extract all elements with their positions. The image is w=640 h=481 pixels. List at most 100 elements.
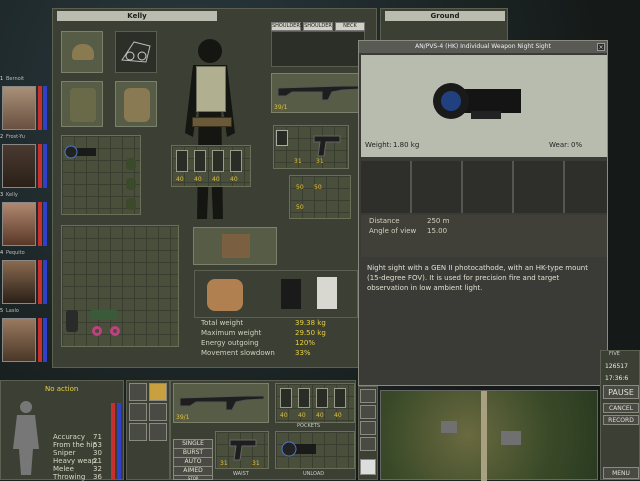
wear-label: Wear:	[549, 141, 570, 149]
unload-slot[interactable]	[275, 431, 355, 469]
skill-value: 30	[93, 449, 102, 457]
stance-buttons	[126, 380, 170, 480]
magazine-icon	[316, 388, 328, 408]
grenade-icon	[126, 158, 136, 170]
quick-weapon-ammo: 39/1	[176, 414, 190, 421]
vest-slot[interactable]	[61, 81, 103, 127]
quick-primary-weapon[interactable]: 39/1	[173, 383, 269, 423]
skill-value: 21	[93, 457, 102, 465]
stance-run-button[interactable]	[129, 423, 147, 441]
goggles-slot[interactable]	[115, 31, 157, 73]
waist-ammo-left: 31	[220, 460, 228, 467]
tab-shoulder[interactable]: SHOULDER	[303, 22, 333, 31]
item-slot[interactable]	[193, 227, 277, 265]
health-bar	[38, 202, 42, 246]
skill-value: 71	[93, 433, 102, 441]
magazine-icon	[280, 388, 292, 408]
menu-button[interactable]: MENU	[603, 467, 639, 479]
waist-slot[interactable]: 31 31	[215, 431, 269, 469]
health-bar	[38, 86, 42, 130]
pause-button[interactable]: PAUSE	[603, 385, 639, 399]
order-button[interactable]	[360, 437, 376, 451]
angle-label: Angle of view	[369, 227, 417, 235]
helmet-icon	[72, 44, 94, 60]
tab-shoulders[interactable]: SHOULDERS	[271, 22, 303, 31]
waist-label: WAIST	[233, 471, 249, 477]
squad-member[interactable]: Bernoit 1	[0, 76, 52, 134]
energy-bar	[43, 260, 47, 304]
shoulder-slot[interactable]	[271, 31, 365, 67]
helmet-slot[interactable]	[61, 31, 103, 73]
pistol-ammo-left: 31	[294, 158, 302, 165]
pocket-mag-count: 40	[316, 412, 324, 419]
tab-neck[interactable]: NECK	[335, 22, 365, 31]
attachment-slots[interactable]	[361, 161, 607, 213]
stance-walk-button[interactable]	[149, 403, 167, 421]
magazine-icon	[194, 150, 206, 172]
grenade-icon	[126, 178, 136, 190]
skill-value: 32	[93, 465, 102, 473]
record-button[interactable]: RECORD	[603, 415, 639, 425]
stat-label: Total weight	[201, 319, 244, 327]
flashlight-icon	[66, 310, 78, 332]
belt-worn[interactable]	[192, 117, 232, 127]
vest-icon	[70, 88, 96, 122]
primary-weapon-slot[interactable]: 39/1	[271, 73, 365, 113]
squad-member[interactable]: 3 Kelly	[0, 192, 52, 250]
mag-count: 40	[176, 176, 184, 183]
energy-bar	[43, 144, 47, 188]
order-button[interactable]	[360, 405, 376, 419]
backpack-icon	[124, 88, 150, 122]
weapon-ammo: 39/1	[274, 104, 288, 111]
stance-sneak-button[interactable]	[149, 423, 167, 441]
squad-member[interactable]: 4 Pequito	[0, 250, 52, 308]
portrait	[2, 86, 36, 130]
magazine-icon	[176, 150, 188, 172]
stat-label: Energy outgoing	[201, 339, 259, 347]
squad-number: 5	[0, 308, 4, 314]
action-status: No action	[45, 385, 79, 393]
pocket-mag-count: 40	[280, 412, 288, 419]
pockets-grid[interactable]: 40 40 40 40	[275, 383, 355, 423]
squad-name: Pequito	[6, 250, 25, 256]
cancel-button[interactable]: CANCEL	[603, 403, 639, 413]
soldier-status-panel: No action Accuracy 71 From the hip 53 Sn…	[0, 380, 124, 481]
squad-list: Bernoit 1 2 Frost-Yu 3 Kelly 4 Pequito 5…	[0, 76, 52, 366]
mag-pouch-grid[interactable]: 40 40 40 40	[171, 145, 251, 187]
stance-stand-button[interactable]	[129, 383, 147, 401]
backpack-grid[interactable]	[61, 225, 179, 347]
skill-label: Accuracy	[53, 433, 85, 441]
mag-count: 40	[212, 176, 220, 183]
sidearm-grid[interactable]: 31 31	[273, 125, 349, 169]
belt-pouch-grid[interactable]	[61, 135, 141, 215]
stance-crouch-button[interactable]	[149, 383, 167, 401]
skill-label: Heavy weap.	[53, 457, 99, 465]
skill-label: Melee	[53, 465, 74, 473]
stance-prone-button[interactable]	[129, 403, 147, 421]
mag-count: 40	[230, 176, 238, 183]
minimap[interactable]	[380, 390, 598, 481]
wrench-icon[interactable]	[360, 459, 376, 475]
squad-member[interactable]: 2 Frost-Yu	[0, 134, 52, 192]
night-sight-icon	[64, 145, 96, 159]
backpack-slot[interactable]	[115, 81, 157, 127]
portrait	[2, 318, 36, 362]
pistol-icon	[313, 135, 341, 157]
rifle-icon	[179, 395, 265, 411]
pocket-mag-count: 40	[298, 412, 306, 419]
portrait	[2, 260, 36, 304]
small-mag-grid[interactable]: 50 50 50	[289, 175, 351, 219]
fire-mode-button[interactable]: STOP	[173, 475, 213, 481]
squad-member[interactable]: 5 Laslo	[0, 308, 52, 366]
small-mag-count: 50	[296, 204, 304, 211]
armor-vest-worn[interactable]	[196, 66, 226, 112]
inventory-title: Kelly	[57, 11, 217, 21]
order-button[interactable]	[360, 389, 376, 403]
ground-items-strip[interactable]	[194, 270, 358, 318]
order-button[interactable]	[360, 421, 376, 435]
energy-bar	[117, 403, 121, 479]
order-buttons	[358, 386, 378, 480]
distance-value: 250 m	[427, 217, 450, 225]
close-icon[interactable]: ×	[597, 43, 605, 51]
small-mag-count: 50	[296, 184, 304, 191]
